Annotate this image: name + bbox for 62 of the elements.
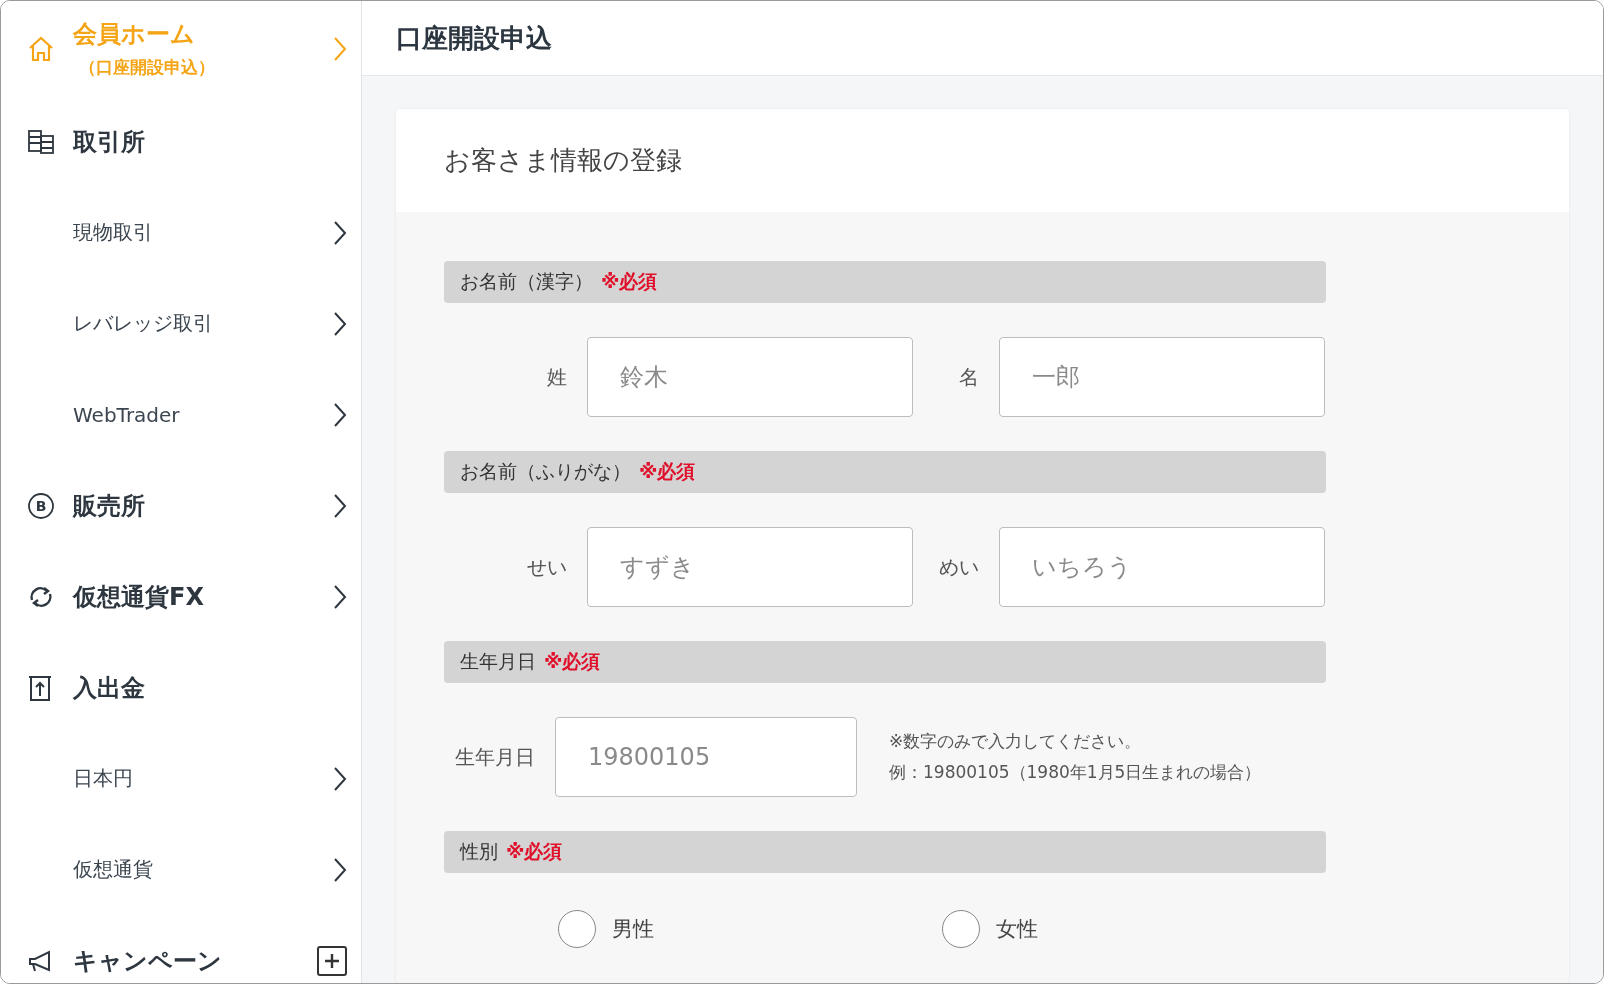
chevron-right-icon [333,583,347,610]
hint-text: 例：19800105（1980年1月5日生まれの場合） [889,761,1262,784]
field-label: 姓 [546,363,568,391]
radio-button[interactable] [558,910,596,948]
sidebar-item-label: 会員ホーム [73,19,196,50]
text-input[interactable]: 鈴木 [587,337,913,417]
sidebar-item-sublabel: （口座開設申込） [78,56,216,79]
chevron-right-icon [333,856,347,883]
sidebar-item-label: 仮想通貨FX [73,581,205,613]
page-title: 口座開設申込 [396,21,552,55]
home-icon [27,34,55,63]
sidebar-item[interactable]: 仮想通貨 [1,824,361,915]
field-label: せい [526,553,568,581]
building-icon [27,127,55,156]
deposit-icon [27,673,53,702]
section-title: 生年月日 [460,649,536,674]
sidebar-item[interactable]: 日本円 [1,733,361,824]
required-label: ※必須 [639,459,696,484]
chevron-right-icon [333,765,347,792]
text-input[interactable]: すずき [587,527,913,607]
sidebar-item-label: 販売所 [73,490,146,522]
required-label: ※必須 [506,839,563,864]
field-label: 生年月日 [454,743,536,771]
required-label: ※必須 [544,649,601,674]
card-title: お客さま情報の登録 [444,144,682,177]
section-title: お名前（漢字） [460,269,593,294]
sidebar-item-label: キャンペーン [73,945,223,977]
radio-button[interactable] [942,910,980,948]
coin-icon: B [27,491,55,520]
required-label: ※必須 [601,269,658,294]
sidebar-item[interactable]: 取引所 [1,96,361,187]
text-input[interactable]: 一郎 [999,337,1325,417]
sidebar-item-label: 取引所 [73,126,146,158]
chevron-right-icon [333,310,347,337]
sidebar-item[interactable]: 現物取引 [1,187,361,278]
text-input[interactable]: いちろう [999,527,1325,607]
sidebar-item[interactable]: B 販売所 [1,460,361,551]
sidebar-item-label: レバレッジ取引 [72,310,214,337]
chevron-right-icon [333,219,347,246]
chevron-right-icon [333,35,347,62]
sidebar-item-label: WebTrader [72,402,181,427]
radio-label: 男性 [612,916,654,943]
section-title: 性別 [460,839,498,864]
sidebar-item[interactable]: レバレッジ取引 [1,278,361,369]
sidebar-item-label: 現物取引 [72,219,154,246]
sidebar-item[interactable]: キャンペーン [1,915,361,983]
expand-icon[interactable] [317,945,347,976]
sidebar-item-label: 日本円 [72,765,134,792]
date-input[interactable]: 19800105 [555,717,857,797]
field-label: 名 [958,363,980,391]
cycle-icon [27,584,55,609]
field-label: めい [938,553,980,581]
section-title: お名前（ふりがな） [460,459,631,484]
hint-text: ※数字のみで入力してください。 [889,730,1143,753]
chevron-right-icon [333,492,347,519]
sidebar-item-label: 入出金 [73,672,146,704]
radio-label: 女性 [996,916,1038,943]
chevron-right-icon [333,401,347,428]
sidebar-item-label: 仮想通貨 [72,856,154,883]
sidebar-item[interactable]: WebTrader [1,369,361,460]
sidebar-item[interactable]: 仮想通貨FX [1,551,361,642]
sidebar-item[interactable]: 入出金 [1,642,361,733]
